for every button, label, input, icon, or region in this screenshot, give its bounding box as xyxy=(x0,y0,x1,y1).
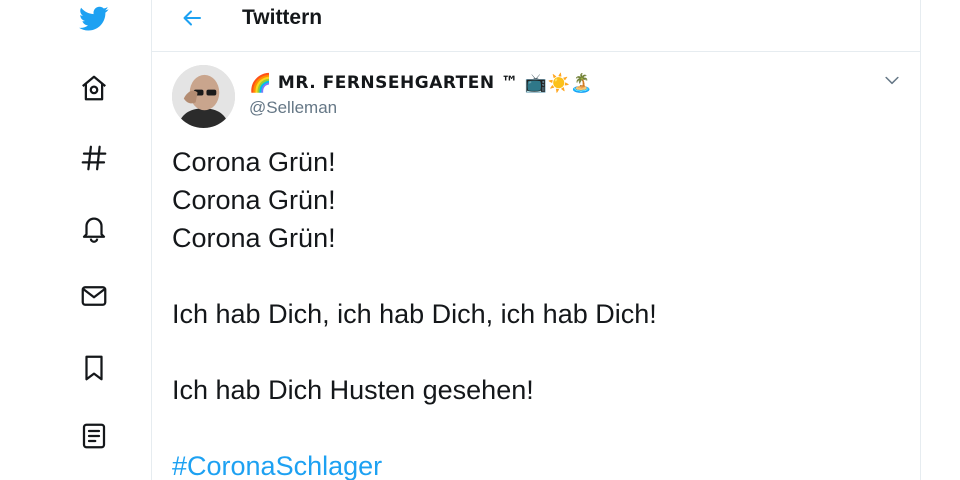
tweet-line: Corona Grün! xyxy=(172,185,336,215)
author-name-text: MR. FERNSEHGARTEN ™ xyxy=(277,73,519,93)
sidebar-nav xyxy=(0,0,152,480)
tweet-line: Corona Grün! xyxy=(172,223,336,253)
explore-hashtag-icon[interactable] xyxy=(76,140,112,176)
hashtag-link[interactable]: #CoronaSchlager xyxy=(172,447,892,480)
tweet-line: Ich hab Dich, ich hab Dich, ich hab Dich… xyxy=(172,299,657,329)
profile-photo-icon xyxy=(172,65,235,128)
chevron-down-icon xyxy=(885,76,899,85)
arrow-left-icon xyxy=(183,10,201,26)
author-handle[interactable]: @Selleman xyxy=(249,98,337,118)
tweet-text: Corona Grün! Corona Grün! Corona Grün! I… xyxy=(172,143,892,480)
tweet-line: Corona Grün! xyxy=(172,147,336,177)
lists-icon[interactable] xyxy=(76,418,112,454)
tweet-line: Ich hab Dich Husten gesehen! xyxy=(172,375,534,405)
tv-sun-island-emoji: 📺☀️🏝️ xyxy=(524,72,594,94)
home-icon[interactable] xyxy=(76,70,112,106)
tweet-more-options-button[interactable] xyxy=(880,68,904,92)
notifications-bell-icon[interactable] xyxy=(76,210,112,246)
twitter-logo-icon[interactable] xyxy=(76,0,112,36)
bookmarks-icon[interactable] xyxy=(76,350,112,386)
messages-envelope-icon[interactable] xyxy=(76,278,112,314)
avatar[interactable] xyxy=(172,65,235,128)
page-header: Twittern xyxy=(152,0,921,52)
author-display-name[interactable]: 🌈 MR. FERNSEHGARTEN ™ 📺☀️🏝️ xyxy=(249,70,593,96)
page-title: Twittern xyxy=(242,6,323,29)
tweet-detail-column: Twittern 🌈 MR. FERNSEHGARTEN ™ 📺☀️🏝️ @Se… xyxy=(151,0,921,480)
back-button[interactable] xyxy=(174,3,210,33)
rainbow-emoji: 🌈 xyxy=(249,72,272,94)
